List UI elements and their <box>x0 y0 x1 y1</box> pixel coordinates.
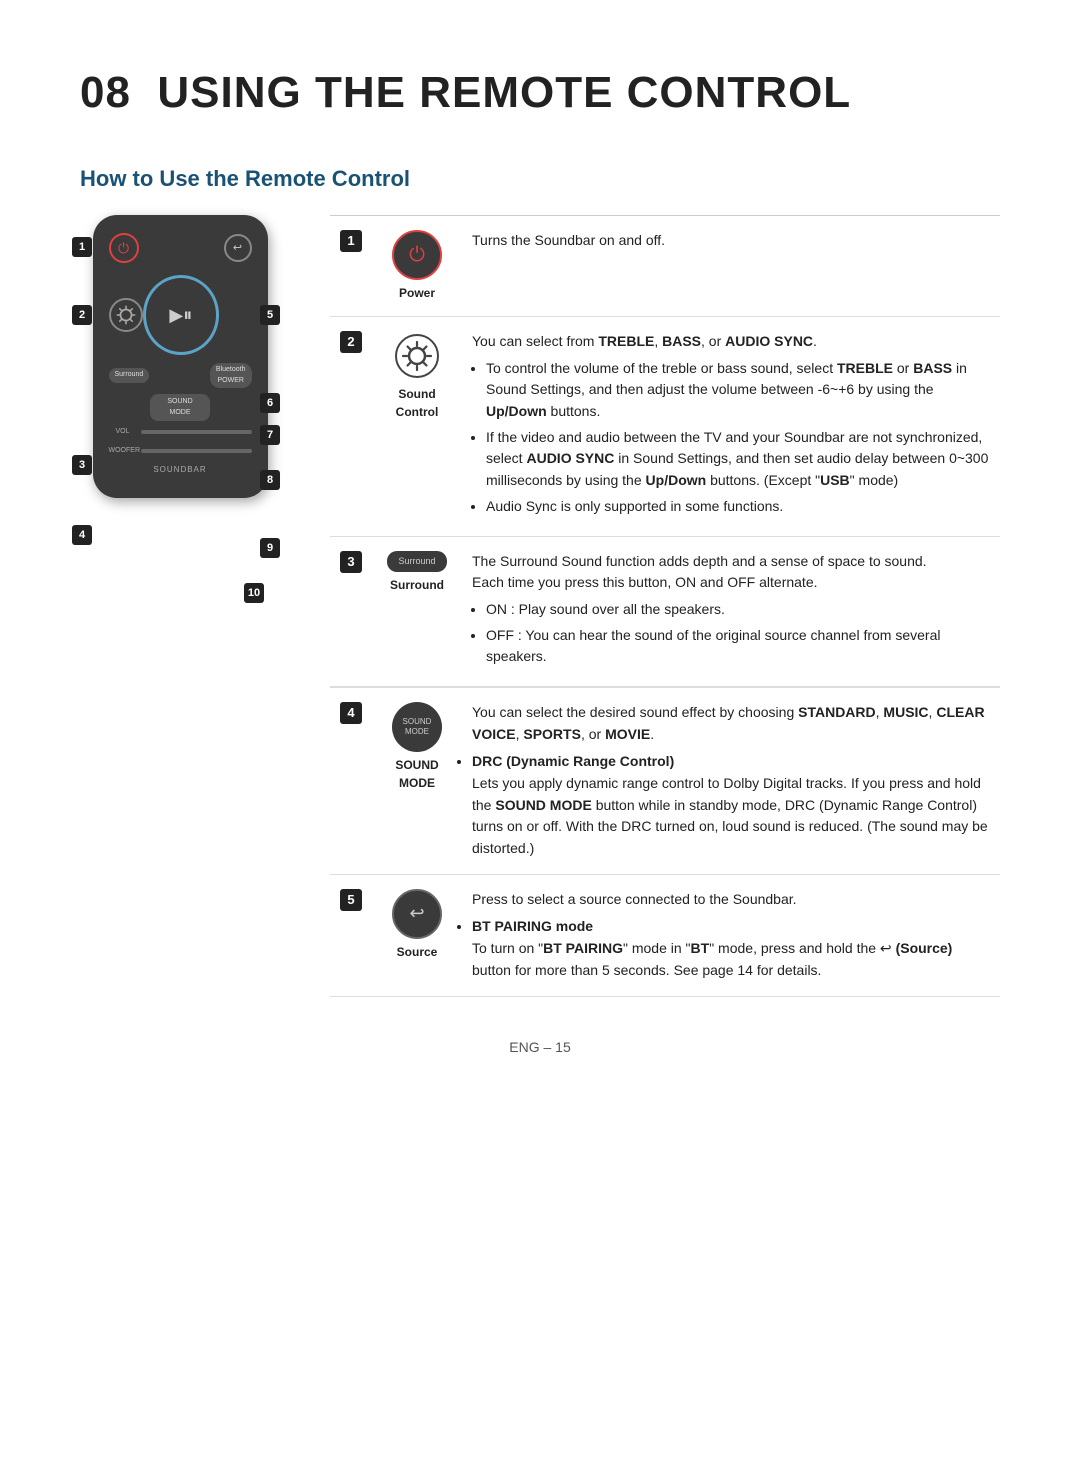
num-cell-2: 2 <box>330 317 372 537</box>
num-box-1: 1 <box>340 230 362 252</box>
drc-item: DRC (Dynamic Range Control) Lets you app… <box>472 751 990 859</box>
num-box-3: 3 <box>340 551 362 573</box>
desc-intro-3: The Surround Sound function adds depth a… <box>472 553 927 591</box>
table-row-1: 1 ⏻ Power Turns the Soundbar on and off. <box>330 216 1000 317</box>
sound-control-button-remote <box>109 298 143 332</box>
num-box-5: 5 <box>340 889 362 911</box>
soundbar-label-remote: SOUNDBAR <box>109 464 252 476</box>
vol-slider <box>141 430 252 434</box>
table-row-2: 2 Sound Control You can select from TREB… <box>330 317 1000 537</box>
gear-icon <box>111 296 141 334</box>
woofer-slider-row: WOOFER <box>109 446 252 457</box>
callout-5: 5 <box>260 305 280 325</box>
num-cell-1: 1 <box>330 216 372 317</box>
gear-large-icon <box>394 333 440 379</box>
table-row-4: 4 SOUNDMODE SOUND MODE You can select th… <box>330 687 1000 874</box>
callout-6: 6 <box>260 393 280 413</box>
drc-desc: Lets you apply dynamic range control to … <box>472 775 988 856</box>
num-cell-3: 3 <box>330 536 372 686</box>
desc-intro-4: You can select the desired sound effect … <box>472 704 985 742</box>
bt-pairing-desc: To turn on "BT PAIRING" mode in "BT" mod… <box>472 940 952 978</box>
icon-cell-1: ⏻ Power <box>372 216 462 317</box>
callout-1: 1 <box>72 237 92 257</box>
callout-2: 2 <box>72 305 92 325</box>
description-table-top: 1 ⏻ Power Turns the Soundbar on and off.… <box>330 215 1000 997</box>
play-pause-icon: ▶⏸ <box>169 302 192 329</box>
woofer-slider <box>141 449 252 453</box>
callout-8: 8 <box>260 470 280 490</box>
surround-button-remote: Surround <box>109 368 150 383</box>
num-box-4: 4 <box>340 702 362 724</box>
num-box-2: 2 <box>340 331 362 353</box>
desc-intro-2: You can select from TREBLE, BASS, or AUD… <box>472 333 817 349</box>
footer-text: ENG – 15 <box>509 1039 570 1055</box>
num-cell-4: 4 <box>330 687 372 874</box>
source-button-remote: ↩ <box>224 234 252 262</box>
desc-drc-list: DRC (Dynamic Range Control) Lets you app… <box>472 751 990 859</box>
source-icon: ↩ <box>392 889 442 939</box>
icon-cell-2: Sound Control <box>372 317 462 537</box>
desc-table-bottom: 4 SOUNDMODE SOUND MODE You can select th… <box>330 687 1000 997</box>
table-row-5: 5 ↩ Source Press to select a source conn… <box>330 874 1000 996</box>
desc-text-1: Turns the Soundbar on and off. <box>472 232 665 248</box>
desc-intro-5: Press to select a source connected to th… <box>472 891 797 907</box>
desc-table: 1 ⏻ Power Turns the Soundbar on and off.… <box>330 215 1000 687</box>
surround-icon: Surround <box>387 551 447 573</box>
callout-9: 9 <box>260 538 280 558</box>
icon-cell-3: Surround Surround <box>372 536 462 686</box>
sound-control-icon-circle <box>392 331 442 381</box>
desc-cell-4: You can select the desired sound effect … <box>462 687 1000 874</box>
bullet-2-1: To control the volume of the treble or b… <box>486 358 990 423</box>
sound-control-icon-label: Sound Control <box>382 385 452 421</box>
desc-cell-5: Press to select a source connected to th… <box>462 874 1000 996</box>
surround-icon-label: Surround <box>382 576 452 594</box>
sound-mode-icon-text: SOUNDMODE <box>403 717 432 736</box>
table-row-3: 3 Surround Surround The Surround Sound f… <box>330 536 1000 686</box>
desc-bt-list: BT PAIRING mode To turn on "BT PAIRING" … <box>472 916 990 981</box>
bullet-3-1: ON : Play sound over all the speakers. <box>486 599 990 621</box>
bt-pairing-item: BT PAIRING mode To turn on "BT PAIRING" … <box>472 916 990 981</box>
sound-mode-icon: SOUNDMODE <box>392 702 442 752</box>
remote-illustration: 1 2 3 4 5 6 7 8 9 10 ⏻ ↩ <box>80 215 300 997</box>
sound-mode-icon-label: SOUND MODE <box>382 756 452 792</box>
bullet-2-2: If the video and audio between the TV an… <box>486 427 990 492</box>
page-footer: ENG – 15 <box>80 1037 1000 1058</box>
desc-bullets-2: To control the volume of the treble or b… <box>486 358 990 518</box>
callout-10: 10 <box>244 583 264 603</box>
remote-body: ⏻ ↩ ▶⏸ <box>93 215 268 498</box>
sound-mode-button-remote: SOUNDMODE <box>150 394 210 421</box>
power-icon-circle: ⏻ <box>392 230 442 280</box>
woofer-label: WOOFER <box>109 446 137 457</box>
bt-power-button-remote: BluetoothPOWER <box>210 363 252 388</box>
desc-cell-2: You can select from TREBLE, BASS, or AUD… <box>462 317 1000 537</box>
circle-nav-remote: ▶⏸ <box>143 275 220 355</box>
source-icon-label: Source <box>382 943 452 961</box>
desc-cell-1: Turns the Soundbar on and off. <box>462 216 1000 317</box>
section-title: How to Use the Remote Control <box>80 162 1000 195</box>
icon-cell-5: ↩ Source <box>372 874 462 996</box>
desc-bullets-3: ON : Play sound over all the speakers. O… <box>486 599 990 668</box>
num-cell-5: 5 <box>330 874 372 996</box>
callout-4: 4 <box>72 525 92 545</box>
page-title: 08 USING THE REMOTE CONTROL <box>80 60 1000 126</box>
bullet-3-2: OFF : You can hear the sound of the orig… <box>486 625 990 668</box>
icon-cell-4: SOUNDMODE SOUND MODE <box>372 687 462 874</box>
main-content: 1 2 3 4 5 6 7 8 9 10 ⏻ ↩ <box>80 215 1000 997</box>
desc-cell-3: The Surround Sound function adds depth a… <box>462 536 1000 686</box>
callout-7: 7 <box>260 425 280 445</box>
vol-slider-row: VOL <box>109 427 252 438</box>
power-button-remote: ⏻ <box>109 233 139 263</box>
bullet-2-3: Audio Sync is only supported in some fun… <box>486 496 990 518</box>
vol-label: VOL <box>109 427 137 438</box>
power-icon-label: Power <box>382 284 452 302</box>
callout-3: 3 <box>72 455 92 475</box>
